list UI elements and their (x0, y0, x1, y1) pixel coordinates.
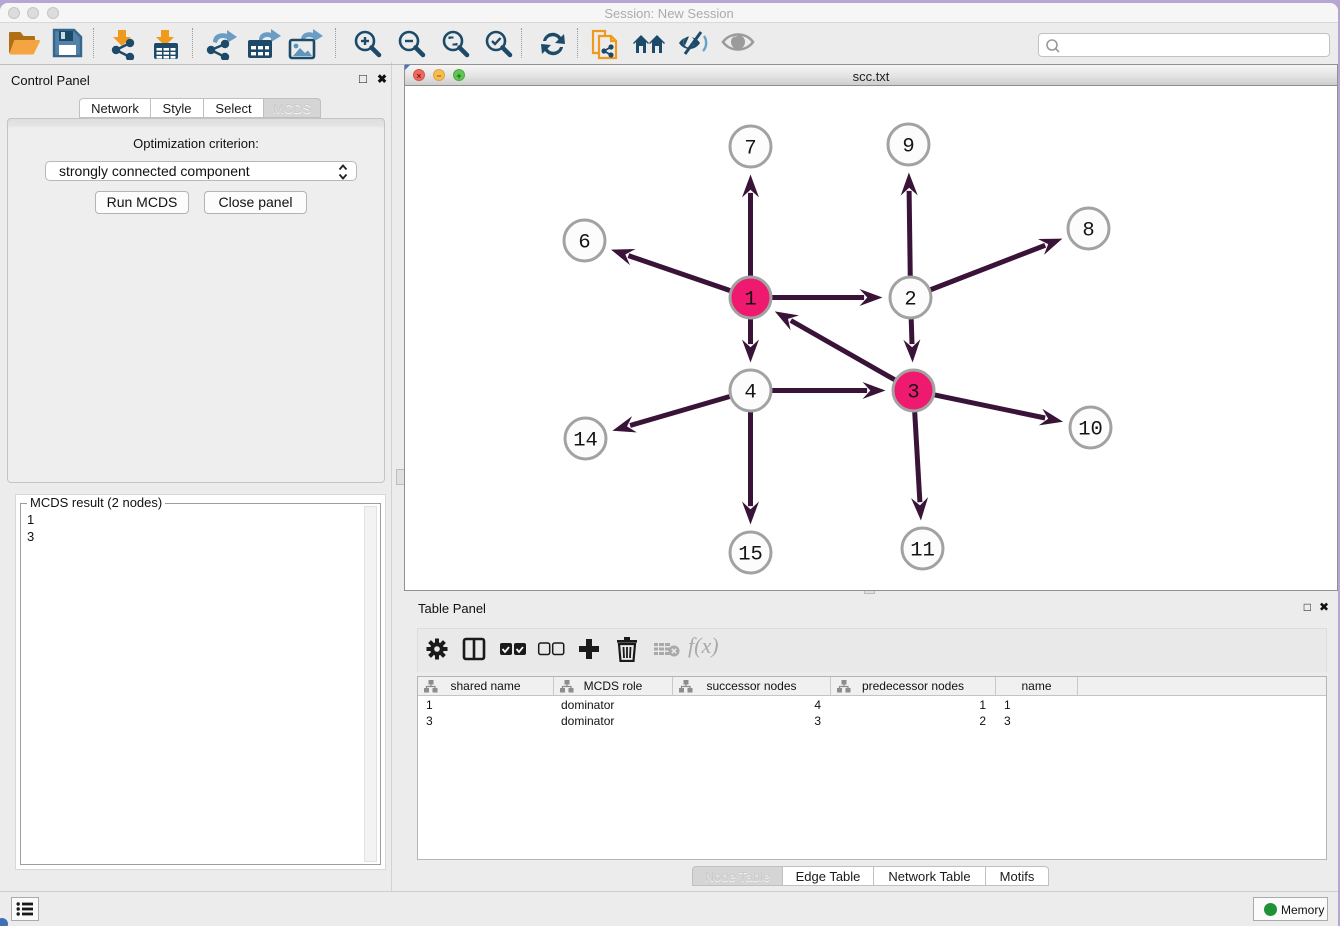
svg-text:9: 9 (902, 136, 914, 159)
svg-text:2: 2 (904, 289, 916, 312)
svg-text:3: 3 (907, 382, 919, 405)
svg-text:14: 14 (573, 430, 598, 453)
svg-text:15: 15 (738, 544, 763, 567)
svg-text:10: 10 (1078, 419, 1103, 442)
svg-text:7: 7 (744, 138, 756, 161)
svg-text:6: 6 (578, 232, 590, 255)
svg-text:1: 1 (744, 289, 756, 312)
svg-text:4: 4 (744, 382, 756, 405)
svg-text:8: 8 (1082, 220, 1094, 243)
svg-text:11: 11 (910, 540, 935, 563)
